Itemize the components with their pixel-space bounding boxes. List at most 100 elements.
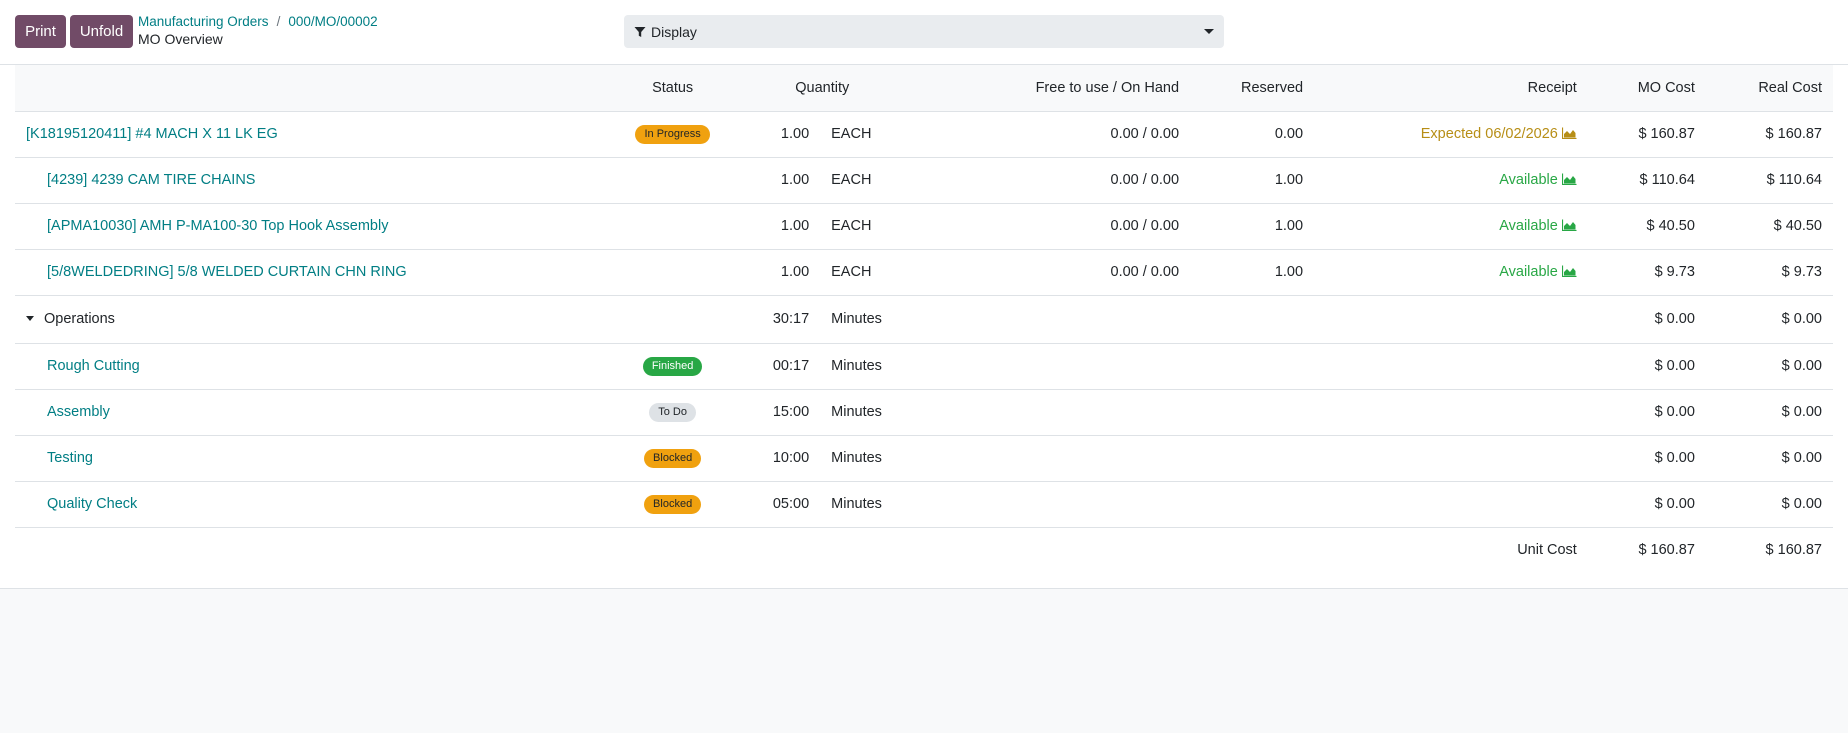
real-cost-value: $ 40.50 xyxy=(1705,203,1833,250)
table-row-component: [5/8WELDEDRING] 5/8 WELDED CURTAIN CHN R… xyxy=(15,249,1833,296)
real-cost-value: $ 0.00 xyxy=(1705,343,1833,390)
status-badge: To Do xyxy=(649,402,696,422)
mo-cost-value: $ 110.64 xyxy=(1587,157,1706,204)
column-header-status: Status xyxy=(610,65,735,112)
real-cost-value: $ 160.87 xyxy=(1705,111,1833,158)
column-header-quantity: Quantity xyxy=(734,65,910,112)
uom-value: Minutes xyxy=(820,435,910,482)
free-on-hand-value: 0.00 / 0.00 xyxy=(909,111,1191,158)
breadcrumb-mo-reference[interactable]: 000/MO/00002 xyxy=(288,14,377,29)
real-cost-value: $ 9.73 xyxy=(1705,249,1833,296)
free-on-hand-value: 0.00 / 0.00 xyxy=(909,157,1191,204)
mo-cost-value: $ 160.87 xyxy=(1587,111,1706,158)
mo-overview-table: Status Quantity Free to use / On Hand Re… xyxy=(15,65,1833,573)
quantity-value: 30:17 xyxy=(734,295,821,344)
mo-overview-sheet: Status Quantity Free to use / On Hand Re… xyxy=(0,65,1848,589)
receipt-status: Expected 06/02/2026 xyxy=(1420,126,1558,142)
status-badge: Blocked xyxy=(644,448,702,468)
mo-cost-value: $ 0.00 xyxy=(1587,295,1706,344)
column-header-receipt: Receipt xyxy=(1314,65,1588,112)
table-row-operations[interactable]: Operations 30:17 Minutes $ 0.00 $ 0.00 xyxy=(15,295,1833,344)
page-title: MO Overview xyxy=(138,31,223,47)
mo-cost-value: $ 0.00 xyxy=(1587,343,1706,390)
status-badge: In Progress xyxy=(635,124,710,144)
operations-label: Operations xyxy=(44,311,115,327)
reserved-value: 1.00 xyxy=(1190,157,1315,204)
status-badge: Finished xyxy=(642,356,703,376)
breadcrumb-manufacturing-orders[interactable]: Manufacturing Orders xyxy=(138,14,269,29)
table-row-component: [4239] 4239 CAM TIRE CHAINS 1.00 EACH 0.… xyxy=(15,157,1833,204)
status-badge: Blocked xyxy=(644,494,702,514)
reserved-value: 1.00 xyxy=(1190,249,1315,296)
uom-value: EACH xyxy=(820,249,910,296)
real-cost-value: $ 110.64 xyxy=(1705,157,1833,204)
display-dropdown-label: Display xyxy=(651,23,697,40)
component-link[interactable]: [APMA10030] AMH P-MA100-30 Top Hook Asse… xyxy=(47,218,388,234)
column-header-free-on-hand: Free to use / On Hand xyxy=(909,65,1191,112)
unfold-button[interactable]: Unfold xyxy=(70,15,133,48)
control-panel: Print Unfold Manufacturing Orders / 000/MO… xyxy=(0,0,1848,65)
display-dropdown[interactable]: Display xyxy=(624,15,1224,48)
table-row-product: [K18195120411] #4 MACH X 11 LK EG In Pro… xyxy=(15,111,1833,158)
total-mo-cost: $ 160.87 xyxy=(1638,542,1695,559)
quantity-value: 00:17 xyxy=(734,343,821,390)
receipt-status: Available xyxy=(1499,218,1558,234)
area-chart-icon[interactable] xyxy=(1561,219,1577,231)
table-header: Status Quantity Free to use / On Hand Re… xyxy=(15,65,1833,112)
quantity-value: 15:00 xyxy=(734,389,821,436)
component-link[interactable]: [5/8WELDEDRING] 5/8 WELDED CURTAIN CHN R… xyxy=(47,264,407,280)
operation-link[interactable]: Rough Cutting xyxy=(47,358,140,374)
operation-link[interactable]: Assembly xyxy=(47,404,110,420)
table-row-operation: Assembly To Do 15:00 Minutes $ 0.00 $ 0.… xyxy=(15,389,1833,436)
uom-value: EACH xyxy=(820,203,910,250)
free-on-hand-value: 0.00 / 0.00 xyxy=(909,249,1191,296)
table-row-operation: Testing Blocked 10:00 Minutes $ 0.00 $ 0… xyxy=(15,435,1833,482)
print-button[interactable]: Print xyxy=(15,15,66,48)
uom-value: Minutes xyxy=(820,389,910,436)
reserved-value: 1.00 xyxy=(1190,203,1315,250)
column-header-reserved: Reserved xyxy=(1190,65,1315,112)
quantity-value: 1.00 xyxy=(734,111,821,158)
receipt-status: Available xyxy=(1499,264,1558,280)
filter-icon xyxy=(634,26,646,37)
real-cost-value: $ 0.00 xyxy=(1705,295,1833,344)
free-on-hand-value: 0.00 / 0.00 xyxy=(909,203,1191,250)
mo-cost-value: $ 0.00 xyxy=(1587,435,1706,482)
quantity-value: 1.00 xyxy=(734,203,821,250)
chevron-down-icon xyxy=(1204,29,1214,34)
mo-cost-value: $ 0.00 xyxy=(1587,481,1706,528)
area-chart-icon[interactable] xyxy=(1561,265,1577,277)
mo-cost-value: $ 0.00 xyxy=(1587,389,1706,436)
total-real-cost: $ 160.87 xyxy=(1765,542,1822,559)
real-cost-value: $ 0.00 xyxy=(1705,389,1833,436)
mo-cost-value: $ 9.73 xyxy=(1587,249,1706,296)
product-link[interactable]: [K18195120411] #4 MACH X 11 LK EG xyxy=(26,126,278,142)
table-row-operation: Quality Check Blocked 05:00 Minutes $ 0.… xyxy=(15,481,1833,528)
table-row-total: Unit Cost $ 160.87 $ 160.87 xyxy=(15,527,1833,573)
quantity-value: 1.00 xyxy=(734,249,821,296)
quantity-value: 1.00 xyxy=(734,157,821,204)
unit-cost-label: Unit Cost xyxy=(1517,542,1577,559)
real-cost-value: $ 0.00 xyxy=(1705,481,1833,528)
reserved-value: 0.00 xyxy=(1190,111,1315,158)
real-cost-value: $ 0.00 xyxy=(1705,435,1833,482)
column-header-product xyxy=(15,65,611,112)
component-link[interactable]: [4239] 4239 CAM TIRE CHAINS xyxy=(47,172,255,188)
uom-value: Minutes xyxy=(820,343,910,390)
table-row-component: [APMA10030] AMH P-MA100-30 Top Hook Asse… xyxy=(15,203,1833,250)
column-header-real-cost: Real Cost xyxy=(1705,65,1833,112)
quantity-value: 10:00 xyxy=(734,435,821,482)
uom-value: EACH xyxy=(820,157,910,204)
breadcrumb-separator: / xyxy=(276,14,281,29)
uom-value: Minutes xyxy=(820,481,910,528)
receipt-status: Available xyxy=(1499,172,1558,188)
caret-down-icon[interactable] xyxy=(26,316,34,321)
mo-cost-value: $ 40.50 xyxy=(1587,203,1706,250)
operation-link[interactable]: Testing xyxy=(47,450,93,466)
breadcrumb: Manufacturing Orders / 000/MO/00002 xyxy=(138,14,378,29)
table-row-operation: Rough Cutting Finished 00:17 Minutes $ 0… xyxy=(15,343,1833,390)
operation-link[interactable]: Quality Check xyxy=(47,496,137,512)
area-chart-icon[interactable] xyxy=(1561,173,1577,185)
uom-value: EACH xyxy=(820,111,910,158)
area-chart-icon[interactable] xyxy=(1561,127,1577,139)
